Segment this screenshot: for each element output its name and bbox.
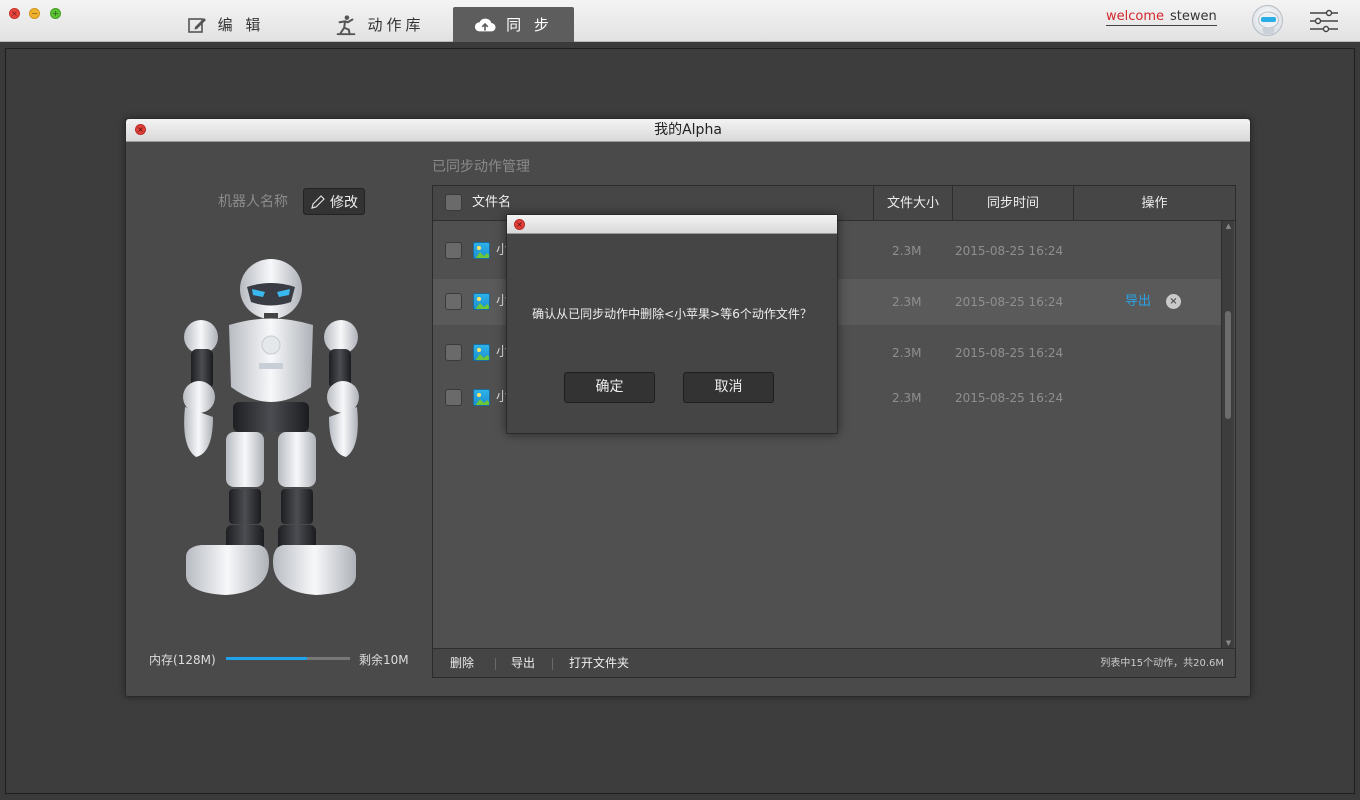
memory-label: 内存(128M) (149, 653, 216, 667)
image-file-icon (473, 242, 490, 259)
edit-icon (186, 14, 208, 36)
column-filesize[interactable]: 文件大小 (873, 186, 952, 221)
sync-section-title: 已同步动作管理 (432, 159, 530, 175)
row-export-link[interactable]: 导出 (1125, 279, 1151, 325)
tab-action-library-label: 动作库 (367, 16, 425, 34)
action-library-icon (335, 14, 357, 36)
row-filesize: 2.3M (892, 391, 922, 405)
row-checkbox[interactable] (445, 344, 462, 361)
row-filesize: 2.3M (892, 295, 922, 309)
settings-sliders-icon[interactable] (1308, 8, 1340, 34)
column-actions: 操作 (1073, 186, 1235, 221)
row-sync-time: 2015-08-25 16:24 (955, 295, 1064, 309)
table-footer: 删除 导出 打开文件夹 列表中15个动作，共20.6M (433, 648, 1235, 677)
top-bar: × − + 编 辑 动作库 同 步 welcome stewen (0, 0, 1360, 42)
avatar[interactable] (1252, 5, 1283, 36)
column-filename[interactable]: 文件名 (472, 186, 511, 219)
window-maximize-button[interactable]: + (50, 8, 61, 19)
row-checkbox[interactable] (445, 242, 462, 259)
row-filesize: 2.3M (892, 346, 922, 360)
window-close-icon[interactable]: × (135, 124, 146, 135)
footer-divider (552, 658, 553, 670)
tab-action-library[interactable]: 动作库 (325, 7, 435, 42)
scroll-down-arrow[interactable]: ▼ (1223, 638, 1234, 648)
tab-edit-label: 编 辑 (217, 16, 265, 34)
dialog-close-icon[interactable]: × (514, 219, 525, 230)
alpha-robot-image (183, 259, 359, 595)
row-sync-time: 2015-08-25 16:24 (955, 391, 1064, 405)
row-sync-time: 2015-08-25 16:24 (955, 244, 1064, 258)
open-folder-button[interactable]: 打开文件夹 (569, 649, 629, 678)
list-stats: 列表中15个动作，共20.6M (1100, 658, 1224, 669)
select-all-checkbox[interactable] (445, 194, 462, 211)
scroll-up-arrow[interactable]: ▲ (1223, 221, 1234, 231)
image-file-icon (473, 293, 490, 310)
tab-sync[interactable]: 同 步 (453, 7, 574, 42)
robot-name-label: 机器人名称 (218, 194, 288, 210)
pencil-icon (311, 194, 325, 209)
column-sync-time[interactable]: 同步时间 (952, 186, 1073, 221)
memory-progress-fill (226, 657, 307, 660)
cancel-button[interactable]: 取消 (683, 372, 774, 403)
table-scrollbar[interactable]: ▲ ▼ (1221, 221, 1234, 648)
confirm-button[interactable]: 确定 (564, 372, 655, 403)
memory-progress-bar (226, 657, 350, 660)
image-file-icon (473, 389, 490, 406)
window-title-bar: 我的Alpha × (126, 119, 1250, 142)
tab-sync-label: 同 步 (506, 16, 553, 34)
image-file-icon (473, 344, 490, 361)
modify-name-button[interactable]: 修改 (303, 188, 365, 215)
delete-confirm-dialog: × 确认从已同步动作中删除<小苹果>等6个动作文件？ 确定 取消 (506, 214, 838, 434)
export-button[interactable]: 导出 (511, 649, 535, 678)
dialog-message: 确认从已同步动作中删除<小苹果>等6个动作文件？ (532, 307, 812, 321)
row-delete-icon[interactable]: × (1166, 294, 1181, 309)
row-checkbox[interactable] (445, 389, 462, 406)
welcome-user-link[interactable]: welcome stewen (1106, 9, 1217, 26)
scroll-thumb[interactable] (1225, 311, 1231, 419)
row-sync-time: 2015-08-25 16:24 (955, 346, 1064, 360)
modify-button-label: 修改 (330, 194, 358, 211)
window-title: 我的Alpha (654, 122, 722, 138)
cloud-sync-icon (474, 14, 496, 36)
row-filesize: 2.3M (892, 244, 922, 258)
memory-remaining-label: 剩余10M (359, 653, 409, 667)
dialog-title-bar: × (507, 215, 837, 234)
window-minimize-button[interactable]: − (29, 8, 40, 19)
tab-edit[interactable]: 编 辑 (180, 7, 270, 42)
delete-button[interactable]: 删除 (450, 649, 474, 678)
row-checkbox[interactable] (445, 293, 462, 310)
footer-divider (495, 658, 496, 670)
username: stewen (1170, 9, 1217, 24)
window-close-button[interactable]: × (9, 8, 20, 19)
welcome-text: welcome (1106, 9, 1165, 24)
